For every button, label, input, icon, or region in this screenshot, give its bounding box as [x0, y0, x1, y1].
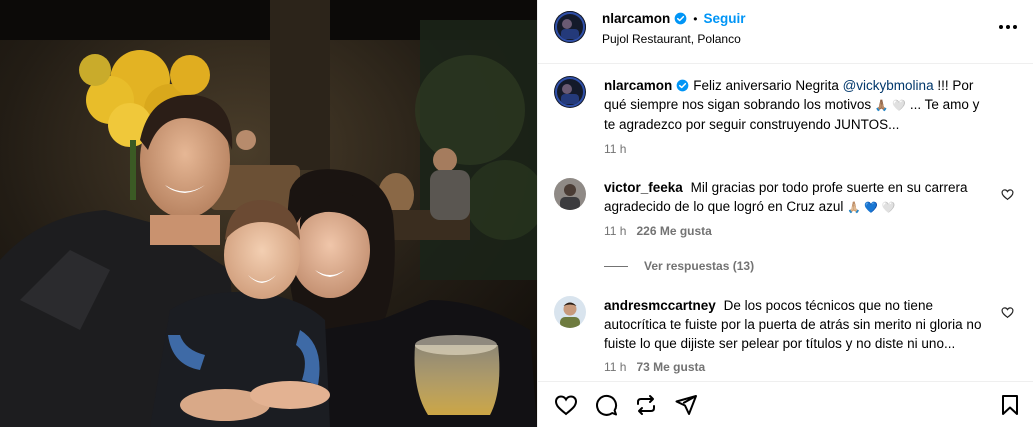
more-options-icon[interactable] — [996, 16, 1020, 38]
caption-text-block: nlarcamon Feliz aniversario Negrita @vick… — [604, 76, 992, 134]
view-replies-button[interactable]: Ver respuestas (13) — [604, 259, 754, 273]
caption-avatar[interactable] — [554, 76, 586, 108]
caption-meta: 11 h — [604, 142, 626, 156]
caption-mention-link[interactable]: @vickybmolina — [843, 78, 934, 93]
comment-like-heart-icon[interactable] — [1001, 188, 1014, 201]
comment-meta: 11 h 73 Me gusta — [604, 360, 705, 374]
comment-emojis: 🙏🏼 💙 🤍 — [847, 201, 896, 214]
comment-text-block: victor_feeka Mil gracias por todo profe … — [604, 178, 992, 217]
commenter-avatar[interactable] — [554, 178, 586, 210]
save-icon[interactable] — [998, 393, 1022, 417]
share-icon[interactable] — [634, 393, 658, 417]
replies-divider — [604, 265, 628, 267]
caption-text: Feliz aniversario Negrita — [693, 78, 843, 93]
comment-time[interactable]: 11 h — [604, 224, 626, 238]
caption-username[interactable]: nlarcamon — [604, 78, 672, 93]
verified-badge-icon — [676, 79, 689, 92]
comment-like-heart-icon[interactable] — [1001, 306, 1014, 319]
view-replies-label: Ver respuestas (13) — [644, 259, 755, 273]
comment-time[interactable]: 11 h — [604, 360, 626, 374]
heart-icon[interactable] — [554, 393, 578, 417]
post-location[interactable]: Pujol Restaurant, Polanco — [602, 32, 741, 46]
author-avatar[interactable] — [554, 11, 586, 43]
comment-username[interactable]: victor_feeka — [604, 180, 683, 195]
comment-text-block: andresmccartney De los pocos técnicos qu… — [604, 296, 992, 353]
caption-time[interactable]: 11 h — [604, 142, 626, 156]
follow-button[interactable]: Seguir — [703, 11, 745, 26]
separator-dot: • — [693, 11, 698, 26]
verified-badge-icon — [674, 12, 687, 25]
comment-likes[interactable]: 73 Me gusta — [636, 360, 705, 374]
comment-meta: 11 h 226 Me gusta — [604, 224, 712, 238]
comment-likes[interactable]: 226 Me gusta — [636, 224, 711, 238]
post-action-bar — [538, 381, 1033, 427]
caption-emoji-pray: 🙏🏽 — [874, 99, 889, 112]
post-photo-image — [0, 0, 537, 427]
caption-emoji-heart: 🤍 — [892, 99, 907, 112]
send-icon[interactable] — [674, 393, 698, 417]
comment-icon[interactable] — [594, 393, 618, 417]
post-side-panel: nlarcamon • Seguir Pujol Restaurant, Pol… — [537, 0, 1033, 427]
author-username[interactable]: nlarcamon — [602, 11, 670, 26]
post-photo[interactable] — [0, 0, 537, 427]
post-header: nlarcamon • Seguir Pujol Restaurant, Pol… — [538, 0, 1033, 64]
comment-username[interactable]: andresmccartney — [604, 298, 716, 313]
header-user-row: nlarcamon • Seguir — [602, 11, 746, 26]
commenter-avatar[interactable] — [554, 296, 586, 328]
